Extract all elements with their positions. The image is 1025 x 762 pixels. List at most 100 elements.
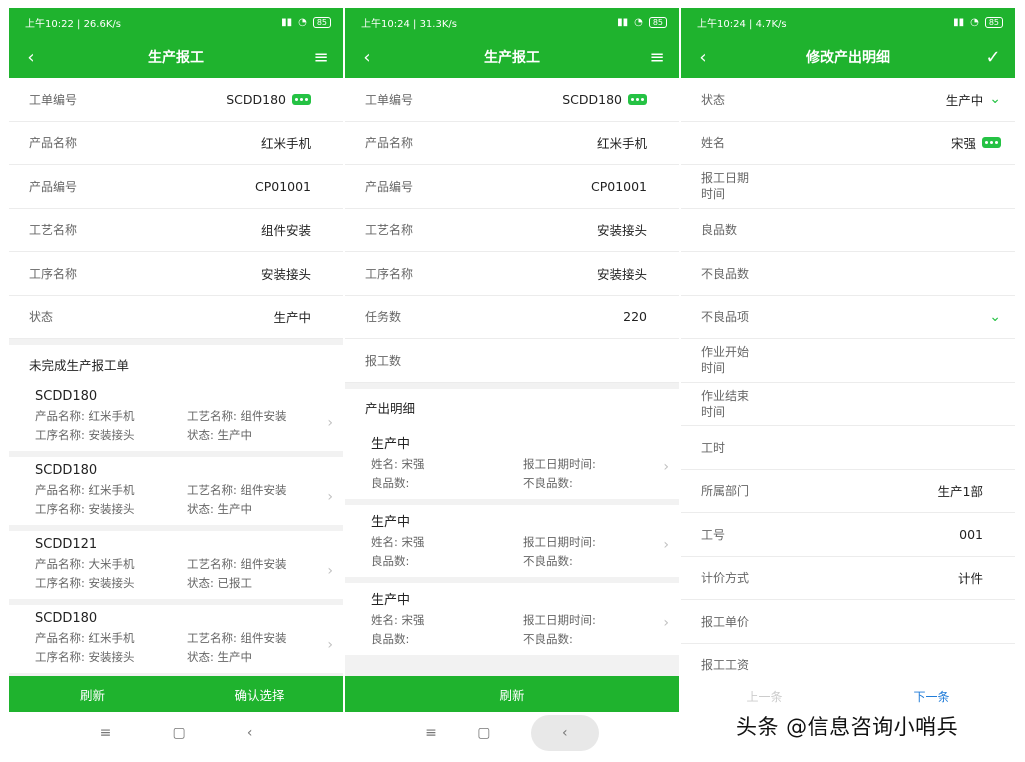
item-product: 产品名称: 红米手机 xyxy=(35,409,135,423)
field-report-datetime[interactable]: 报工日期 时间 xyxy=(681,165,1015,209)
item-good: 良品数: xyxy=(371,631,410,646)
field-value: 安装接头 xyxy=(596,266,647,282)
item-craft: 工艺名称: 组件安装 xyxy=(187,631,287,645)
next-button[interactable]: 下一条 xyxy=(848,688,1015,705)
home-icon[interactable]: ▢ xyxy=(172,725,185,741)
list-item[interactable]: SCDD180 产品名称: 红米手机 工艺名称: 组件安装 工序名称: 安装接头 状态… xyxy=(9,383,343,451)
field-label: 报工数 xyxy=(365,353,402,368)
item-state: 状态: 生产中 xyxy=(187,502,253,516)
field-order-no[interactable]: 工单编号 SCDD180 xyxy=(345,78,679,122)
field-value: CP01001 xyxy=(590,178,647,194)
field-label: 不良品数 xyxy=(701,266,750,281)
system-back-icon[interactable]: ‹ xyxy=(247,725,253,741)
field-value: 安装接头 xyxy=(260,266,311,282)
field-product-no: 产品编号 CP01001 xyxy=(9,165,343,209)
field-product-no: 产品编号 CP01001 xyxy=(345,165,679,209)
field-start-time[interactable]: 作业开始 时间 xyxy=(681,339,1015,383)
field-bad-item-select[interactable]: 不良品项 ⌄ xyxy=(681,295,1015,339)
list-item[interactable]: SCDD180 产品名称: 红米手机 工艺名称: 组件安装 工序名称: 安装接头 状态… xyxy=(9,457,343,525)
field-label: 产品名称 xyxy=(29,136,78,151)
field-work-hours[interactable]: 工时 xyxy=(681,426,1015,470)
field-craft-name: 工艺名称 安装接头 xyxy=(345,208,679,252)
chevron-right-icon: › xyxy=(327,563,333,579)
item-code: SCDD180 xyxy=(35,463,98,478)
battery-icon: 85 xyxy=(984,16,1003,28)
field-name[interactable]: 姓名 宋强 xyxy=(681,121,1015,165)
field-label: 所属部门 xyxy=(701,484,750,499)
field-order-no[interactable]: 工单编号 SCDD180 xyxy=(9,78,343,122)
field-value: 宋强 xyxy=(950,136,976,152)
back-icon[interactable]: ‹ xyxy=(693,47,713,68)
list-item[interactable]: 生产中 姓名: 宋强 报工日期时间: 良品数: 不良品数: › xyxy=(345,504,679,577)
recent-apps-icon[interactable]: ≡ xyxy=(100,725,112,741)
field-value: SCDD180 xyxy=(562,91,622,107)
field-label: 产品编号 xyxy=(29,179,78,194)
home-icon[interactable]: ▢ xyxy=(477,725,490,741)
screen-work-report-detail: 上午10:24 | 31.3K/s ▮▮ ◔ 85 ‹ 生产报工 ≡ 工单编号 SCD… xyxy=(345,8,679,754)
field-label: 报工日期 时间 xyxy=(701,171,750,202)
menu-icon[interactable]: ≡ xyxy=(647,47,667,68)
field-label: 产品名称 xyxy=(365,136,414,151)
status-speed: 31.3K/s xyxy=(419,18,457,30)
field-report-count[interactable]: 报工数 xyxy=(345,339,679,383)
field-label: 状态 xyxy=(29,310,54,325)
field-label: 良品数 xyxy=(701,223,738,238)
field-label: 工单编号 xyxy=(365,92,414,107)
chevron-down-icon: ⌄ xyxy=(989,308,1001,325)
output-detail-list: 生产中 姓名: 宋强 报工日期时间: 良品数: 不良品数: › 生产中 姓名: 宋强报… xyxy=(345,426,679,655)
back-icon[interactable]: ‹ xyxy=(21,47,41,68)
prev-button[interactable]: 上一条 xyxy=(681,688,848,705)
refresh-button[interactable]: 刷新 xyxy=(345,685,679,704)
check-icon[interactable]: ✓ xyxy=(983,47,1003,68)
field-bad-count[interactable]: 不良品数 xyxy=(681,252,1015,296)
system-nav-bar: ≡ ▢ ‹ xyxy=(9,712,343,754)
system-back-icon[interactable]: ‹ xyxy=(530,715,599,751)
item-name: 姓名: 宋强 xyxy=(371,612,425,627)
recent-apps-icon[interactable]: ≡ xyxy=(425,725,437,741)
chevron-right-icon: › xyxy=(663,614,669,631)
field-value: 安装接头 xyxy=(596,223,647,239)
field-good-count[interactable]: 良品数 xyxy=(681,208,1015,252)
item-status: 生产中 xyxy=(371,514,411,530)
item-status: 生产中 xyxy=(371,436,411,452)
field-label: 工序名称 xyxy=(29,266,78,281)
field-end-time[interactable]: 作业结束 时间 xyxy=(681,382,1015,426)
field-status-select[interactable]: 状态 生产中 ⌄ xyxy=(681,78,1015,122)
item-process: 工序名称: 安装接头 xyxy=(35,576,135,590)
field-product-name: 产品名称 红米手机 xyxy=(9,121,343,165)
field-value: 生产中 xyxy=(945,92,984,108)
field-process-name: 工序名称 安装接头 xyxy=(9,252,343,296)
item-date: 报工日期时间: xyxy=(523,456,596,471)
footer-bar: 刷新 xyxy=(345,676,679,712)
field-label: 报工工资 xyxy=(701,658,750,673)
menu-icon[interactable]: ≡ xyxy=(311,47,331,68)
field-label: 任务数 xyxy=(365,310,402,325)
field-unit-price[interactable]: 报工单价 xyxy=(681,600,1015,644)
screen-work-report-list: 上午10:22 | 26.6K/s ▮▮ ◔ 85 ‹ 生产报工 ≡ 工单编号 SCD… xyxy=(9,8,343,754)
more-icon[interactable] xyxy=(628,93,647,105)
order-fields: 工单编号 SCDD180 产品名称 红米手机 产品编号 CP01001 工艺名称 组件安… xyxy=(9,78,343,339)
refresh-button[interactable]: 刷新 xyxy=(9,685,176,704)
chevron-right-icon: › xyxy=(327,415,333,431)
item-good: 良品数: xyxy=(371,553,410,568)
chevron-right-icon: › xyxy=(327,489,333,505)
item-status: 生产中 xyxy=(371,592,411,608)
item-product: 产品名称: 红米手机 xyxy=(35,483,135,497)
more-icon[interactable] xyxy=(982,137,1001,149)
item-name: 姓名: 宋强 xyxy=(371,456,425,471)
list-item[interactable]: SCDD180 产品名称: 红米手机 工艺名称: 组件安装 工序名称: 安装接头 状态… xyxy=(9,605,343,673)
list-item[interactable]: 生产中 姓名: 宋强 报工日期时间: 良品数: 不良品数: › xyxy=(345,582,679,655)
footer-bar: 刷新 确认选择 xyxy=(9,676,343,712)
confirm-selection-button[interactable]: 确认选择 xyxy=(176,685,343,704)
field-process-name: 工序名称 安装接头 xyxy=(345,252,679,296)
back-icon[interactable]: ‹ xyxy=(357,47,377,68)
field-label: 工时 xyxy=(701,440,726,455)
field-label: 工艺名称 xyxy=(29,223,78,238)
field-label: 工单编号 xyxy=(29,92,78,107)
more-icon[interactable] xyxy=(292,93,311,105)
list-item[interactable]: SCDD121 产品名称: 大米手机 工艺名称: 组件安装 工序名称: 安装接头 状态… xyxy=(9,531,343,599)
list-item[interactable]: 生产中 姓名: 宋强 报工日期时间: 良品数: 不良品数: › xyxy=(345,426,679,499)
item-craft: 工艺名称: 组件安装 xyxy=(187,483,287,497)
item-process: 工序名称: 安装接头 xyxy=(35,650,135,664)
nav-bar: ‹ 修改产出明细 ✓ xyxy=(681,36,1015,78)
